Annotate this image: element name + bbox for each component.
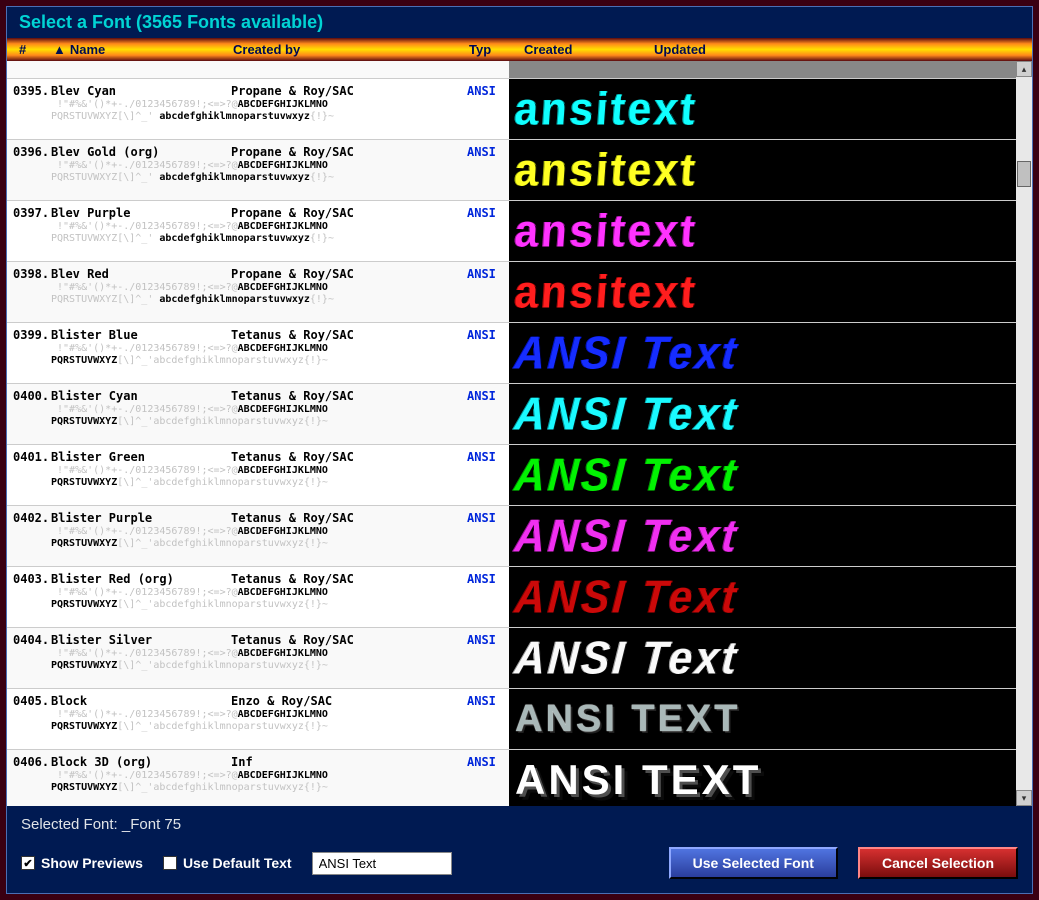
font-type: ANSI [467,633,496,648]
vertical-scrollbar[interactable]: ▴ ▾ [1016,61,1032,806]
font-number: 0398. [13,267,51,282]
font-number: 0397. [13,206,51,221]
font-type: ANSI [467,389,496,404]
font-creator: Tetanus & Roy/SAC [231,633,431,648]
font-name: Blister Silver [51,633,231,648]
selected-font-label: Selected Font: _Font 75 [21,816,1018,833]
font-name: Blev Purple [51,206,231,221]
sort-ascending-icon: ▲ [53,42,66,57]
font-name: Blister Purple [51,511,231,526]
font-preview: ansitext [509,79,1016,139]
font-name: Blev Cyan [51,84,231,99]
cancel-selection-button[interactable]: Cancel Selection [858,847,1018,879]
font-type: ANSI [467,450,496,465]
table-row[interactable]: 0402.Blister PurpleTetanus & Roy/SAC ANSI… [7,506,1016,567]
font-number: 0403. [13,572,51,587]
table-row[interactable]: 0399.Blister BlueTetanus & Roy/SACANSI !… [7,323,1016,384]
font-list: 0395.Blev CyanPropane & Roy/SACANSI !"#%… [7,61,1032,806]
font-creator: Propane & Roy/SAC [231,267,431,282]
column-headers: # ▲Name Created by Typ Created Updated [7,38,1032,61]
font-number: 0400. [13,389,51,404]
font-preview: ANSI Text [509,323,1016,383]
font-number: 0399. [13,328,51,343]
font-selector-window: Select a Font (3565 Fonts available) # ▲… [6,6,1033,894]
font-list-scroll[interactable]: 0395.Blev CyanPropane & Roy/SACANSI !"#%… [7,61,1016,806]
font-number: 0395. [13,84,51,99]
table-row[interactable]: 0398.Blev RedPropane & Roy/SACANSI !"#%&… [7,262,1016,323]
font-preview: ansitext [509,262,1016,322]
font-creator: Tetanus & Roy/SAC [231,572,431,587]
font-name: Blister Blue [51,328,231,343]
window-title: Select a Font (3565 Fonts available) [7,7,1032,38]
checkbox-icon: ✔ [21,856,35,870]
font-preview: ansitext [509,140,1016,200]
table-row[interactable]: 0401.Blister GreenTetanus & Roy/SAC ANSI … [7,445,1016,506]
table-row[interactable]: 0405.BlockEnzo & Roy/SACANSI !"#%&'()*+-… [7,689,1016,750]
table-row[interactable]: 0396.Blev Gold (org)Propane & Roy/SAC ANS… [7,140,1016,201]
scroll-thumb[interactable] [1017,161,1031,187]
font-number: 0405. [13,694,51,709]
table-row[interactable]: 0395.Blev CyanPropane & Roy/SACANSI !"#%… [7,79,1016,140]
header-created-by[interactable]: Created by [233,42,469,57]
scroll-down-button[interactable]: ▾ [1016,790,1032,806]
font-name: Blister Green [51,450,231,465]
font-type: ANSI [467,694,496,709]
dialog-footer: Selected Font: _Font 75 ✔ Show Previews … [7,806,1032,893]
font-preview: ANSI Text [509,567,1016,627]
font-preview: ANSI Text [509,445,1016,505]
use-selected-font-button[interactable]: Use Selected Font [669,847,838,879]
font-creator: Inf [231,755,431,770]
show-previews-checkbox[interactable]: ✔ Show Previews [21,855,143,871]
font-creator: Tetanus & Roy/SAC [231,328,431,343]
font-number: 0396. [13,145,51,160]
font-number: 0406. [13,755,51,770]
font-creator: Propane & Roy/SAC [231,84,431,99]
preview-text-input[interactable] [312,852,452,875]
font-preview: ANSI TEXT [509,750,1016,806]
font-name: Block [51,694,231,709]
font-creator: Tetanus & Roy/SAC [231,389,431,404]
table-row[interactable]: 0404.Blister SilverTetanus & Roy/SAC ANSI… [7,628,1016,689]
header-number[interactable]: # [7,42,53,57]
header-type[interactable]: Typ [469,42,524,57]
font-number: 0402. [13,511,51,526]
table-row[interactable]: 0403.Blister Red (org)Tetanus & Roy/SAC A… [7,567,1016,628]
font-type: ANSI [467,267,496,282]
font-type: ANSI [467,328,496,343]
font-name: Block 3D (org) [51,755,231,770]
font-type: ANSI [467,572,496,587]
font-type: ANSI [467,755,496,770]
header-name[interactable]: ▲Name [53,42,233,57]
font-name: Blister Red (org) [51,572,231,587]
font-creator: Propane & Roy/SAC [231,145,431,160]
font-preview: ANSI Text [509,384,1016,444]
font-creator: Enzo & Roy/SAC [231,694,431,709]
font-preview: ANSI Text [509,506,1016,566]
checkbox-icon [163,856,177,870]
font-type: ANSI [467,84,496,99]
font-preview: ansitext [509,201,1016,261]
font-type: ANSI [467,511,496,526]
font-preview: ANSI Text [509,628,1016,688]
font-creator: Propane & Roy/SAC [231,206,431,221]
scroll-up-button[interactable]: ▴ [1016,61,1032,77]
header-updated[interactable]: Updated [654,42,1032,57]
use-default-text-checkbox[interactable]: Use Default Text [163,855,292,871]
font-number: 0401. [13,450,51,465]
table-row[interactable]: 0406.Block 3D (org)InfANSI !"#%&'()*+-./… [7,750,1016,806]
font-creator: Tetanus & Roy/SAC [231,511,431,526]
font-creator: Tetanus & Roy/SAC [231,450,431,465]
font-preview: ANSI TEXT [509,689,1016,749]
font-number: 0404. [13,633,51,648]
font-type: ANSI [467,206,496,221]
font-name: Blev Gold (org) [51,145,231,160]
table-row[interactable]: 0397.Blev PurplePropane & Roy/SACANSI !"… [7,201,1016,262]
table-row[interactable]: 0400.Blister CyanTetanus & Roy/SACANSI !… [7,384,1016,445]
font-type: ANSI [467,145,496,160]
font-name: Blister Cyan [51,389,231,404]
header-created[interactable]: Created [524,42,654,57]
font-name: Blev Red [51,267,231,282]
table-row-partial[interactable] [7,61,1016,79]
